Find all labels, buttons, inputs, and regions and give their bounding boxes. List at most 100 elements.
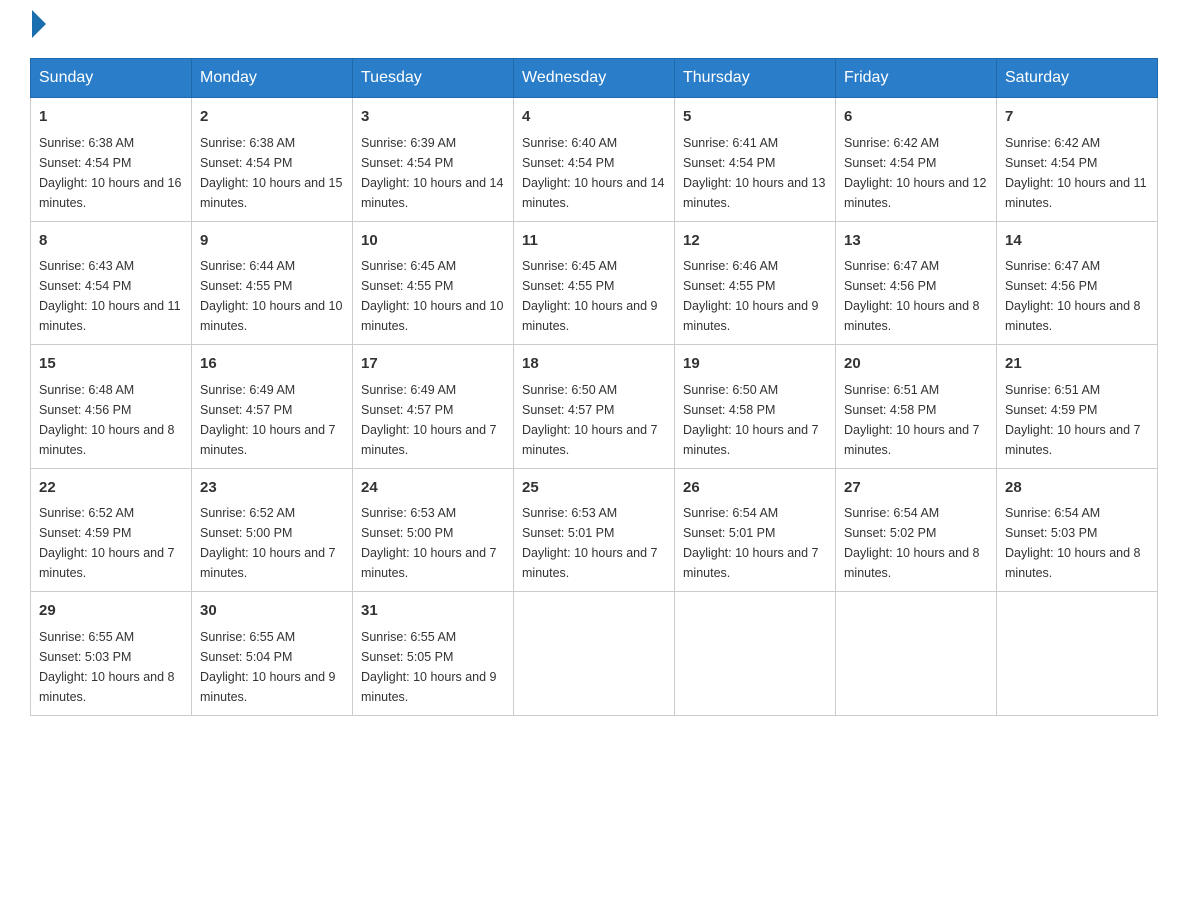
day-info: Sunrise: 6:39 AMSunset: 4:54 PMDaylight:… — [361, 136, 503, 210]
calendar-week-row-3: 15 Sunrise: 6:48 AMSunset: 4:56 PMDaylig… — [31, 345, 1158, 469]
day-number: 31 — [361, 600, 505, 623]
day-info: Sunrise: 6:45 AMSunset: 4:55 PMDaylight:… — [361, 259, 503, 333]
day-info: Sunrise: 6:55 AMSunset: 5:05 PMDaylight:… — [361, 630, 497, 704]
day-number: 28 — [1005, 477, 1149, 500]
day-info: Sunrise: 6:54 AMSunset: 5:02 PMDaylight:… — [844, 506, 980, 580]
day-info: Sunrise: 6:43 AMSunset: 4:54 PMDaylight:… — [39, 259, 181, 333]
day-number: 27 — [844, 477, 988, 500]
calendar-cell: 19 Sunrise: 6:50 AMSunset: 4:58 PMDaylig… — [675, 345, 836, 469]
calendar-table: SundayMondayTuesdayWednesdayThursdayFrid… — [30, 58, 1158, 716]
calendar-cell: 4 Sunrise: 6:40 AMSunset: 4:54 PMDayligh… — [514, 98, 675, 222]
calendar-cell: 31 Sunrise: 6:55 AMSunset: 5:05 PMDaylig… — [353, 592, 514, 716]
day-info: Sunrise: 6:54 AMSunset: 5:01 PMDaylight:… — [683, 506, 819, 580]
day-info: Sunrise: 6:51 AMSunset: 4:59 PMDaylight:… — [1005, 383, 1141, 457]
day-info: Sunrise: 6:49 AMSunset: 4:57 PMDaylight:… — [200, 383, 336, 457]
calendar-cell: 3 Sunrise: 6:39 AMSunset: 4:54 PMDayligh… — [353, 98, 514, 222]
day-info: Sunrise: 6:52 AMSunset: 5:00 PMDaylight:… — [200, 506, 336, 580]
day-number: 8 — [39, 230, 183, 253]
day-info: Sunrise: 6:50 AMSunset: 4:58 PMDaylight:… — [683, 383, 819, 457]
day-info: Sunrise: 6:55 AMSunset: 5:03 PMDaylight:… — [39, 630, 175, 704]
day-number: 23 — [200, 477, 344, 500]
calendar-header-thursday: Thursday — [675, 59, 836, 98]
calendar-cell: 17 Sunrise: 6:49 AMSunset: 4:57 PMDaylig… — [353, 345, 514, 469]
day-number: 15 — [39, 353, 183, 376]
calendar-cell — [514, 592, 675, 716]
day-info: Sunrise: 6:38 AMSunset: 4:54 PMDaylight:… — [200, 136, 342, 210]
calendar-cell: 5 Sunrise: 6:41 AMSunset: 4:54 PMDayligh… — [675, 98, 836, 222]
day-number: 25 — [522, 477, 666, 500]
day-number: 19 — [683, 353, 827, 376]
calendar-week-row-4: 22 Sunrise: 6:52 AMSunset: 4:59 PMDaylig… — [31, 468, 1158, 592]
calendar-header-row: SundayMondayTuesdayWednesdayThursdayFrid… — [31, 59, 1158, 98]
day-info: Sunrise: 6:52 AMSunset: 4:59 PMDaylight:… — [39, 506, 175, 580]
day-number: 9 — [200, 230, 344, 253]
day-number: 1 — [39, 106, 183, 129]
calendar-week-row-5: 29 Sunrise: 6:55 AMSunset: 5:03 PMDaylig… — [31, 592, 1158, 716]
day-info: Sunrise: 6:38 AMSunset: 4:54 PMDaylight:… — [39, 136, 181, 210]
day-number: 20 — [844, 353, 988, 376]
calendar-cell: 12 Sunrise: 6:46 AMSunset: 4:55 PMDaylig… — [675, 221, 836, 345]
day-info: Sunrise: 6:42 AMSunset: 4:54 PMDaylight:… — [844, 136, 986, 210]
calendar-cell — [675, 592, 836, 716]
calendar-header-saturday: Saturday — [997, 59, 1158, 98]
day-info: Sunrise: 6:47 AMSunset: 4:56 PMDaylight:… — [844, 259, 980, 333]
calendar-cell: 25 Sunrise: 6:53 AMSunset: 5:01 PMDaylig… — [514, 468, 675, 592]
calendar-header-sunday: Sunday — [31, 59, 192, 98]
calendar-cell: 15 Sunrise: 6:48 AMSunset: 4:56 PMDaylig… — [31, 345, 192, 469]
calendar-week-row-2: 8 Sunrise: 6:43 AMSunset: 4:54 PMDayligh… — [31, 221, 1158, 345]
day-info: Sunrise: 6:50 AMSunset: 4:57 PMDaylight:… — [522, 383, 658, 457]
day-number: 22 — [39, 477, 183, 500]
day-number: 7 — [1005, 106, 1149, 129]
logo — [30, 20, 46, 38]
day-number: 16 — [200, 353, 344, 376]
calendar-cell: 11 Sunrise: 6:45 AMSunset: 4:55 PMDaylig… — [514, 221, 675, 345]
day-number: 10 — [361, 230, 505, 253]
day-info: Sunrise: 6:45 AMSunset: 4:55 PMDaylight:… — [522, 259, 658, 333]
calendar-cell: 16 Sunrise: 6:49 AMSunset: 4:57 PMDaylig… — [192, 345, 353, 469]
calendar-cell: 29 Sunrise: 6:55 AMSunset: 5:03 PMDaylig… — [31, 592, 192, 716]
day-info: Sunrise: 6:49 AMSunset: 4:57 PMDaylight:… — [361, 383, 497, 457]
calendar-cell: 22 Sunrise: 6:52 AMSunset: 4:59 PMDaylig… — [31, 468, 192, 592]
day-number: 2 — [200, 106, 344, 129]
day-number: 5 — [683, 106, 827, 129]
day-info: Sunrise: 6:40 AMSunset: 4:54 PMDaylight:… — [522, 136, 664, 210]
header — [30, 20, 1158, 38]
day-info: Sunrise: 6:47 AMSunset: 4:56 PMDaylight:… — [1005, 259, 1141, 333]
logo-triangle-icon — [32, 10, 46, 38]
day-number: 21 — [1005, 353, 1149, 376]
calendar-cell: 1 Sunrise: 6:38 AMSunset: 4:54 PMDayligh… — [31, 98, 192, 222]
day-number: 26 — [683, 477, 827, 500]
calendar-cell: 14 Sunrise: 6:47 AMSunset: 4:56 PMDaylig… — [997, 221, 1158, 345]
calendar-header-tuesday: Tuesday — [353, 59, 514, 98]
calendar-cell: 21 Sunrise: 6:51 AMSunset: 4:59 PMDaylig… — [997, 345, 1158, 469]
day-info: Sunrise: 6:41 AMSunset: 4:54 PMDaylight:… — [683, 136, 825, 210]
calendar-cell: 18 Sunrise: 6:50 AMSunset: 4:57 PMDaylig… — [514, 345, 675, 469]
day-info: Sunrise: 6:53 AMSunset: 5:00 PMDaylight:… — [361, 506, 497, 580]
day-number: 14 — [1005, 230, 1149, 253]
calendar-body: 1 Sunrise: 6:38 AMSunset: 4:54 PMDayligh… — [31, 98, 1158, 716]
calendar-cell: 6 Sunrise: 6:42 AMSunset: 4:54 PMDayligh… — [836, 98, 997, 222]
day-number: 24 — [361, 477, 505, 500]
calendar-cell: 7 Sunrise: 6:42 AMSunset: 4:54 PMDayligh… — [997, 98, 1158, 222]
day-info: Sunrise: 6:42 AMSunset: 4:54 PMDaylight:… — [1005, 136, 1147, 210]
calendar-cell: 28 Sunrise: 6:54 AMSunset: 5:03 PMDaylig… — [997, 468, 1158, 592]
day-number: 3 — [361, 106, 505, 129]
calendar-cell: 30 Sunrise: 6:55 AMSunset: 5:04 PMDaylig… — [192, 592, 353, 716]
calendar-header-wednesday: Wednesday — [514, 59, 675, 98]
calendar-cell: 23 Sunrise: 6:52 AMSunset: 5:00 PMDaylig… — [192, 468, 353, 592]
calendar-week-row-1: 1 Sunrise: 6:38 AMSunset: 4:54 PMDayligh… — [31, 98, 1158, 222]
day-number: 6 — [844, 106, 988, 129]
calendar-header-monday: Monday — [192, 59, 353, 98]
day-number: 18 — [522, 353, 666, 376]
calendar-cell: 27 Sunrise: 6:54 AMSunset: 5:02 PMDaylig… — [836, 468, 997, 592]
day-number: 12 — [683, 230, 827, 253]
day-info: Sunrise: 6:46 AMSunset: 4:55 PMDaylight:… — [683, 259, 819, 333]
day-number: 13 — [844, 230, 988, 253]
calendar-cell — [836, 592, 997, 716]
calendar-cell — [997, 592, 1158, 716]
day-info: Sunrise: 6:54 AMSunset: 5:03 PMDaylight:… — [1005, 506, 1141, 580]
calendar-cell: 20 Sunrise: 6:51 AMSunset: 4:58 PMDaylig… — [836, 345, 997, 469]
calendar-cell: 13 Sunrise: 6:47 AMSunset: 4:56 PMDaylig… — [836, 221, 997, 345]
calendar-cell: 9 Sunrise: 6:44 AMSunset: 4:55 PMDayligh… — [192, 221, 353, 345]
calendar-header-friday: Friday — [836, 59, 997, 98]
